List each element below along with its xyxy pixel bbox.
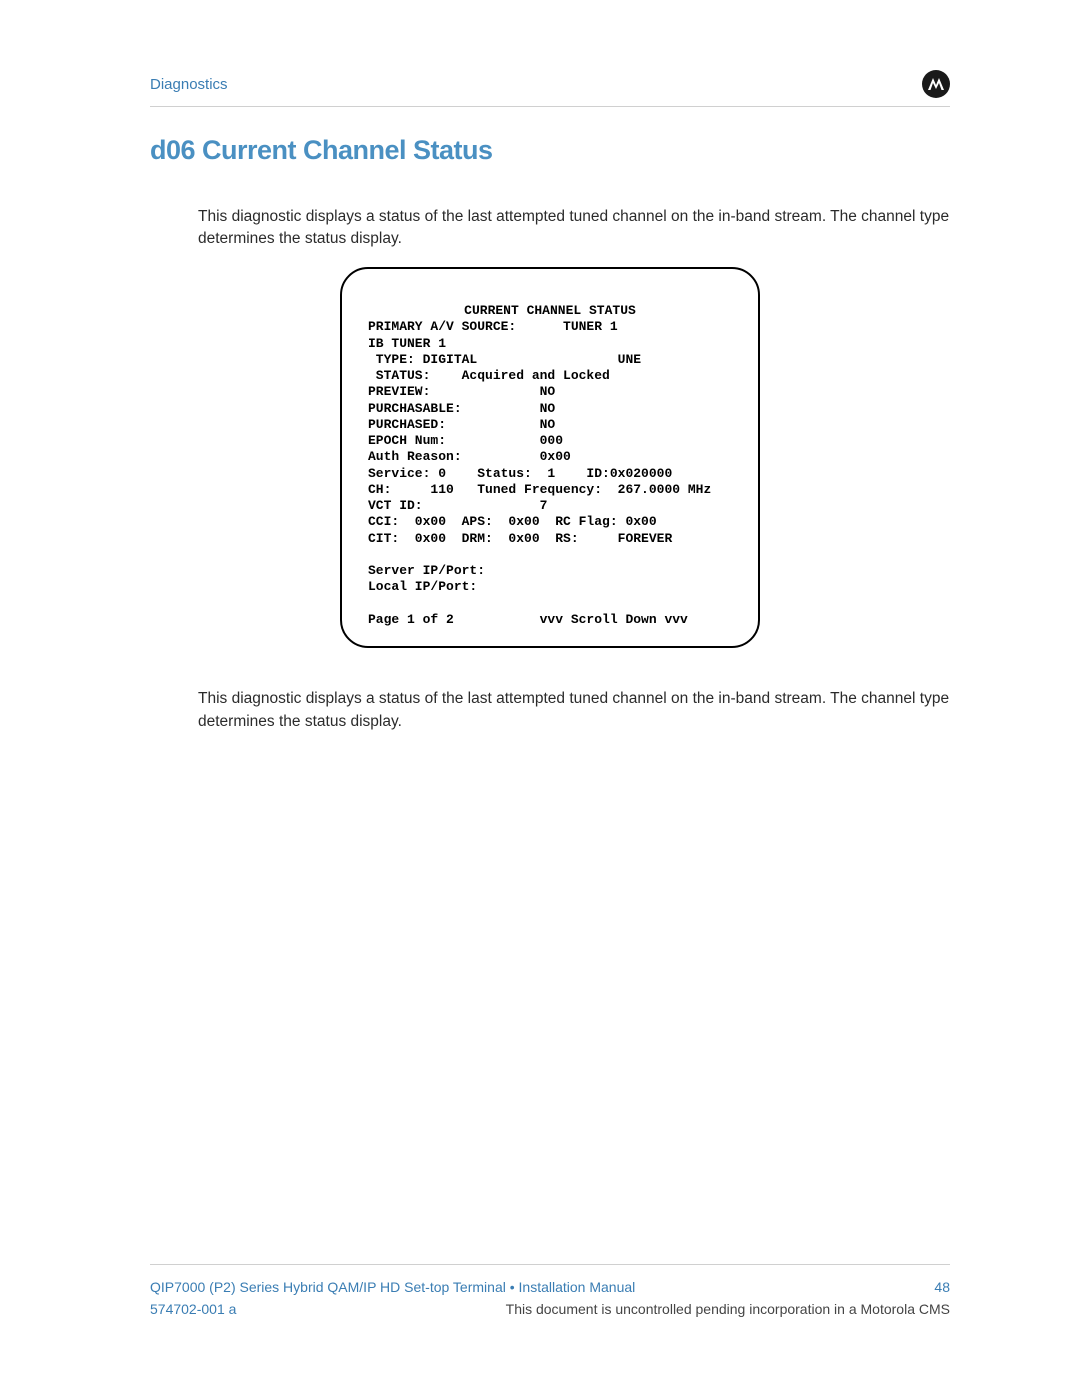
- footer-doc-number: 574702-001 a: [150, 1301, 236, 1317]
- footer-notice: This document is uncontrolled pending in…: [506, 1301, 950, 1317]
- screen-line: PRIMARY A/V SOURCE: TUNER 1: [368, 319, 618, 334]
- screen-line: Service: 0 Status: 1 ID:0x020000: [368, 466, 672, 481]
- intro-paragraph: This diagnostic displays a status of the…: [198, 206, 950, 251]
- screen-line: EPOCH Num: 000: [368, 433, 563, 448]
- screen-line: Page 1 of 2 vvv Scroll Down vvv: [368, 612, 688, 627]
- footer-divider: [150, 1264, 950, 1265]
- screen-line: VCT ID: 7: [368, 498, 547, 513]
- screen-title: CURRENT CHANNEL STATUS: [368, 303, 732, 319]
- screen-line: Server IP/Port:: [368, 563, 485, 578]
- screen-line: TYPE: DIGITAL UNE: [368, 352, 641, 367]
- footer-manual-title: QIP7000 (P2) Series Hybrid QAM/IP HD Set…: [150, 1279, 635, 1295]
- motorola-logo-icon: [922, 70, 950, 98]
- page-header: Diagnostics: [150, 70, 950, 107]
- screen-line: Local IP/Port:: [368, 579, 477, 594]
- screen-line: Auth Reason: 0x00: [368, 449, 571, 464]
- screen-line: CH: 110 Tuned Frequency: 267.0000 MHz: [368, 482, 711, 497]
- diagnostic-screen: CURRENT CHANNEL STATUSPRIMARY A/V SOURCE…: [340, 267, 760, 648]
- screen-line: CCI: 0x00 APS: 0x00 RC Flag: 0x00: [368, 514, 657, 529]
- after-paragraph: This diagnostic displays a status of the…: [198, 688, 950, 733]
- screen-line: IB TUNER 1: [368, 336, 446, 351]
- page-title: d06 Current Channel Status: [150, 135, 950, 166]
- footer-page-number: 48: [934, 1279, 950, 1295]
- section-label: Diagnostics: [150, 76, 228, 93]
- screen-line: [368, 547, 376, 562]
- page-footer: QIP7000 (P2) Series Hybrid QAM/IP HD Set…: [150, 1264, 950, 1317]
- screen-line: CIT: 0x00 DRM: 0x00 RS: FOREVER: [368, 531, 672, 546]
- screen-line: [368, 596, 376, 611]
- screen-line: PURCHASABLE: NO: [368, 401, 555, 416]
- screen-line: PURCHASED: NO: [368, 417, 555, 432]
- screen-line: STATUS: Acquired and Locked: [368, 368, 610, 383]
- screen-line: PREVIEW: NO: [368, 384, 555, 399]
